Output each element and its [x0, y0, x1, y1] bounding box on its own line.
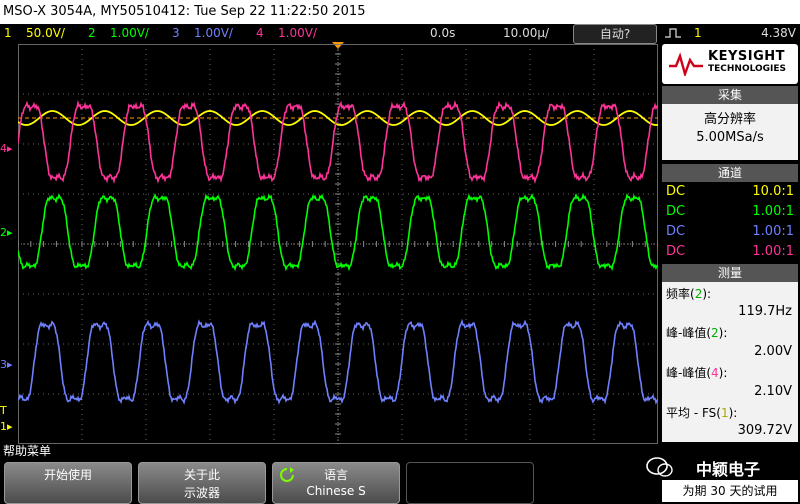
trigger-level: 4.38V — [761, 26, 796, 40]
trigger-level-marker[interactable]: T — [0, 404, 18, 418]
keysight-logo: KEYSIGHT TECHNOLOGIES — [662, 44, 798, 84]
ch3-ground-marker[interactable]: 3▸ — [0, 358, 18, 372]
ch1-scale[interactable]: 50.0V/ — [26, 24, 65, 42]
ch4-scale[interactable]: 1.00V/ — [278, 24, 317, 42]
channel-row[interactable]: DC 1.00:1 — [662, 202, 798, 222]
softkey-sublabel: Chinese S — [306, 484, 366, 498]
empty-softkey[interactable] — [406, 462, 534, 504]
meas-label: 峰-峰值(4): — [666, 366, 728, 380]
ch1-coupling: DC — [666, 184, 686, 199]
title-bar: MSO-X 3054A, MY50510412: Tue Sep 22 11:2… — [0, 0, 800, 24]
ch2-probe-ratio: 1.00:1 — [752, 204, 794, 219]
waveform-display[interactable] — [17, 43, 659, 445]
measurement-header[interactable]: 测量 — [662, 264, 798, 282]
window-title: MSO-X 3054A, MY50510412: Tue Sep 22 11:2… — [3, 4, 366, 19]
ch1-probe-ratio: 10.0:1 — [752, 184, 794, 199]
meas-value: 2.00V — [754, 344, 792, 359]
acquisition-body[interactable]: 高分辨率 5.00MSa/s — [662, 104, 798, 160]
watermark-text: 中颖电子 — [696, 460, 761, 479]
keysight-wave-icon — [669, 52, 703, 76]
trigger-info[interactable]: 1 4.38V — [664, 24, 800, 44]
run-mode-button[interactable]: 自动? — [573, 24, 657, 44]
ch1-marker-label: 1 — [0, 420, 7, 433]
ch2-num[interactable]: 2 — [88, 24, 96, 42]
ch4-probe-ratio: 1.00:1 — [752, 244, 794, 259]
softkey-label: 语言 — [323, 468, 348, 482]
acquisition-header[interactable]: 采集 — [662, 86, 798, 104]
ch2-marker-label: 2 — [0, 226, 7, 239]
ch1-num[interactable]: 1 — [4, 24, 12, 42]
menu-title-text: 帮助菜单 — [3, 444, 52, 458]
channel-row[interactable]: DC 1.00:1 — [662, 242, 798, 262]
ch4-marker-label: 4 — [0, 142, 7, 155]
language-softkey[interactable]: 语言 Chinese S — [272, 462, 400, 504]
logo-text: KEYSIGHT TECHNOLOGIES — [708, 49, 787, 75]
channel-row[interactable]: DC 10.0:1 — [662, 182, 798, 202]
softkey-menu-title: 帮助菜单 — [0, 444, 800, 458]
trigger-source: 1 — [694, 26, 702, 40]
ch2-scale[interactable]: 1.00V/ — [110, 24, 149, 42]
meas-value: 309.72V — [737, 423, 792, 438]
ch2-ground-marker[interactable]: 2▸ — [0, 226, 18, 240]
rising-edge-icon — [665, 28, 681, 38]
time-delay[interactable]: 0.0s — [430, 24, 455, 42]
time-scale[interactable]: 10.00µ/ — [503, 24, 549, 42]
ch3-scale[interactable]: 1.00V/ — [194, 24, 233, 42]
softkey-label: 关于此 — [183, 468, 220, 482]
meas-label: 平均 - FS(1): — [666, 406, 738, 420]
ch3-probe-ratio: 1.00:1 — [752, 224, 794, 239]
meas-label: 峰-峰值(2): — [666, 326, 728, 340]
logo-brand: KEYSIGHT — [708, 49, 785, 64]
meas-label: 频率(2): — [666, 287, 712, 301]
acq-mode: 高分辨率 — [703, 112, 756, 127]
ch4-num[interactable]: 4 — [256, 24, 264, 42]
ch1-ground-marker[interactable]: 1▸ — [0, 420, 18, 434]
softkey-label: 开始使用 — [43, 468, 92, 482]
measurement-body[interactable]: 频率(2): 119.7Hz 峰-峰值(2): 2.00V 峰-峰值(4): 2… — [662, 282, 798, 442]
getting-started-softkey[interactable]: 开始使用 — [4, 462, 132, 504]
meas-value: 2.10V — [754, 384, 792, 399]
logo-sub: TECHNOLOGIES — [708, 64, 787, 74]
side-panel: KEYSIGHT TECHNOLOGIES 采集 高分辨率 5.00MSa/s … — [660, 44, 800, 444]
trig-marker-label: T — [0, 404, 7, 417]
ch4-coupling: DC — [666, 244, 686, 259]
acq-rate: 5.00MSa/s — [696, 130, 764, 145]
ch4-ground-marker[interactable]: 4▸ — [0, 142, 18, 156]
channel-header[interactable]: 通道 — [662, 164, 798, 182]
channel-row[interactable]: DC 1.00:1 — [662, 222, 798, 242]
waveform-graticule — [17, 43, 659, 445]
trial-notice: 为期 30 天的试用 — [662, 480, 798, 502]
ch2-coupling: DC — [666, 204, 686, 219]
wechat-icon — [646, 457, 673, 477]
meas-value: 119.7Hz — [738, 304, 792, 319]
ch3-marker-label: 3 — [0, 358, 7, 371]
about-scope-softkey[interactable]: 关于此 示波器 — [138, 462, 266, 504]
softkey-sublabel: 示波器 — [183, 486, 220, 500]
ch3-num[interactable]: 3 — [172, 24, 180, 42]
ch3-coupling: DC — [666, 224, 686, 239]
channel-status-bar: 1 50.0V/ 2 1.00V/ 3 1.00V/ 4 1.00V/ 0.0s… — [0, 24, 800, 44]
